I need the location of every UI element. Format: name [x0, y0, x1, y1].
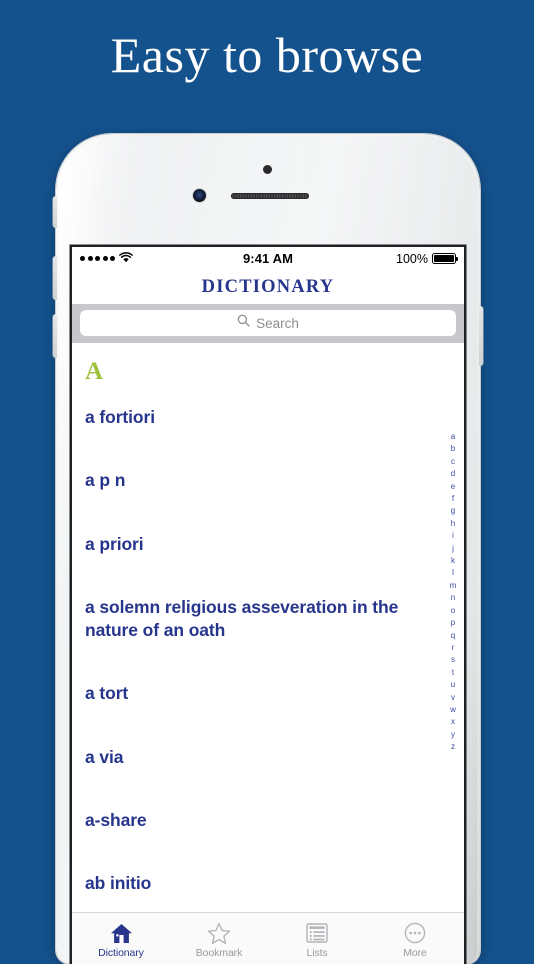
page-title: Easy to browse [110, 27, 424, 83]
home-icon [110, 922, 133, 945]
list-item[interactable]: a tort [85, 662, 464, 725]
phone-screen: 9:41 AM 100% DICTIONARY Search A a forti… [72, 247, 464, 964]
alphabet-index-letter[interactable]: q [451, 630, 455, 642]
search-bar-container: Search [72, 304, 464, 343]
status-bar-right: 100% [396, 251, 459, 266]
alphabet-index-letter[interactable]: n [451, 592, 455, 604]
alphabet-index-letter[interactable]: s [451, 654, 455, 666]
power-button[interactable] [479, 306, 483, 366]
list-item[interactable]: a via [85, 726, 464, 789]
tab-label: Bookmark [195, 946, 243, 959]
alphabet-index-letter[interactable]: x [451, 716, 455, 728]
tab-lists[interactable]: Lists [268, 913, 366, 964]
alphabet-index-letter[interactable]: l [452, 567, 454, 579]
volume-up-button[interactable] [53, 256, 57, 300]
status-bar: 9:41 AM 100% [72, 247, 464, 270]
tab-bar: Dictionary Bookmark Lists More [72, 912, 464, 964]
star-icon [207, 922, 231, 945]
tab-dictionary[interactable]: Dictionary [72, 913, 170, 964]
iphone-device-frame: 9:41 AM 100% DICTIONARY Search A a forti… [53, 134, 483, 964]
list-item[interactable]: a priori [85, 513, 464, 576]
wifi-icon [119, 251, 133, 266]
tab-more[interactable]: More [366, 913, 464, 964]
alphabet-index-letter[interactable]: a [451, 431, 455, 443]
front-camera-icon [193, 189, 206, 202]
alphabet-index-letter[interactable]: z [451, 741, 455, 753]
section-header-letter: A [85, 358, 104, 385]
alphabet-index-letter[interactable]: g [451, 505, 455, 517]
tab-label: Lists [306, 946, 328, 959]
alphabet-index-letter[interactable]: m [450, 580, 457, 592]
alphabet-index-letter[interactable]: r [452, 642, 455, 654]
alphabet-index-letter[interactable]: e [451, 481, 455, 493]
volume-down-button[interactable] [53, 314, 57, 358]
mute-switch-button[interactable] [53, 196, 57, 228]
list-item[interactable]: a solemn religious asseveration in the n… [85, 576, 464, 663]
alphabet-index-letter[interactable]: w [450, 704, 456, 716]
battery-percent-label: 100% [396, 251, 428, 266]
alphabet-index-letter[interactable]: k [451, 555, 455, 567]
alphabet-index-letter[interactable]: j [452, 543, 454, 555]
tab-bookmark[interactable]: Bookmark [170, 913, 268, 964]
navigation-bar: DICTIONARY [72, 270, 464, 304]
tab-label: More [403, 946, 427, 959]
alphabet-index-letter[interactable]: o [451, 605, 455, 617]
list-item[interactable]: a p n [85, 449, 464, 512]
ellipsis-circle-icon [404, 922, 426, 945]
alphabet-index-letter[interactable]: t [452, 667, 454, 679]
earpiece-speaker-icon [231, 193, 309, 199]
signal-strength-icon [80, 256, 115, 261]
alphabet-index-letter[interactable]: v [451, 692, 455, 704]
dictionary-entry-list: a fortiori a p n a priori a solemn relig… [72, 384, 464, 915]
proximity-sensor-icon [263, 165, 272, 174]
alphabet-index-letter[interactable]: c [451, 456, 455, 468]
list-icon [306, 922, 328, 945]
alphabet-index-letter[interactable]: f [452, 493, 454, 505]
battery-full-icon [432, 253, 459, 264]
alphabet-index-letter[interactable]: h [451, 518, 455, 530]
alphabet-index-letter[interactable]: b [451, 443, 455, 455]
alphabet-index-letter[interactable]: d [451, 468, 455, 480]
tab-label: Dictionary [98, 946, 144, 959]
list-item[interactable]: a fortiori [85, 384, 464, 449]
status-bar-left [80, 251, 133, 266]
alphabet-index-letter[interactable]: i [452, 530, 454, 542]
alphabet-index[interactable]: a b c d e f g h i j k l m n o p q r s t [446, 431, 460, 754]
list-item[interactable]: ab initio [85, 852, 464, 915]
alphabet-index-letter[interactable]: u [451, 679, 455, 691]
alphabet-index-letter[interactable]: p [451, 617, 455, 629]
list-item[interactable]: a-share [85, 789, 464, 852]
alphabet-index-letter[interactable]: y [451, 729, 455, 741]
search-icon [237, 314, 250, 332]
app-title: DICTIONARY [201, 276, 335, 297]
search-placeholder-label: Search [256, 315, 299, 331]
dictionary-list-container: A a fortiori a p n a priori a solemn rel… [72, 343, 464, 952]
search-input[interactable]: Search [80, 310, 456, 336]
